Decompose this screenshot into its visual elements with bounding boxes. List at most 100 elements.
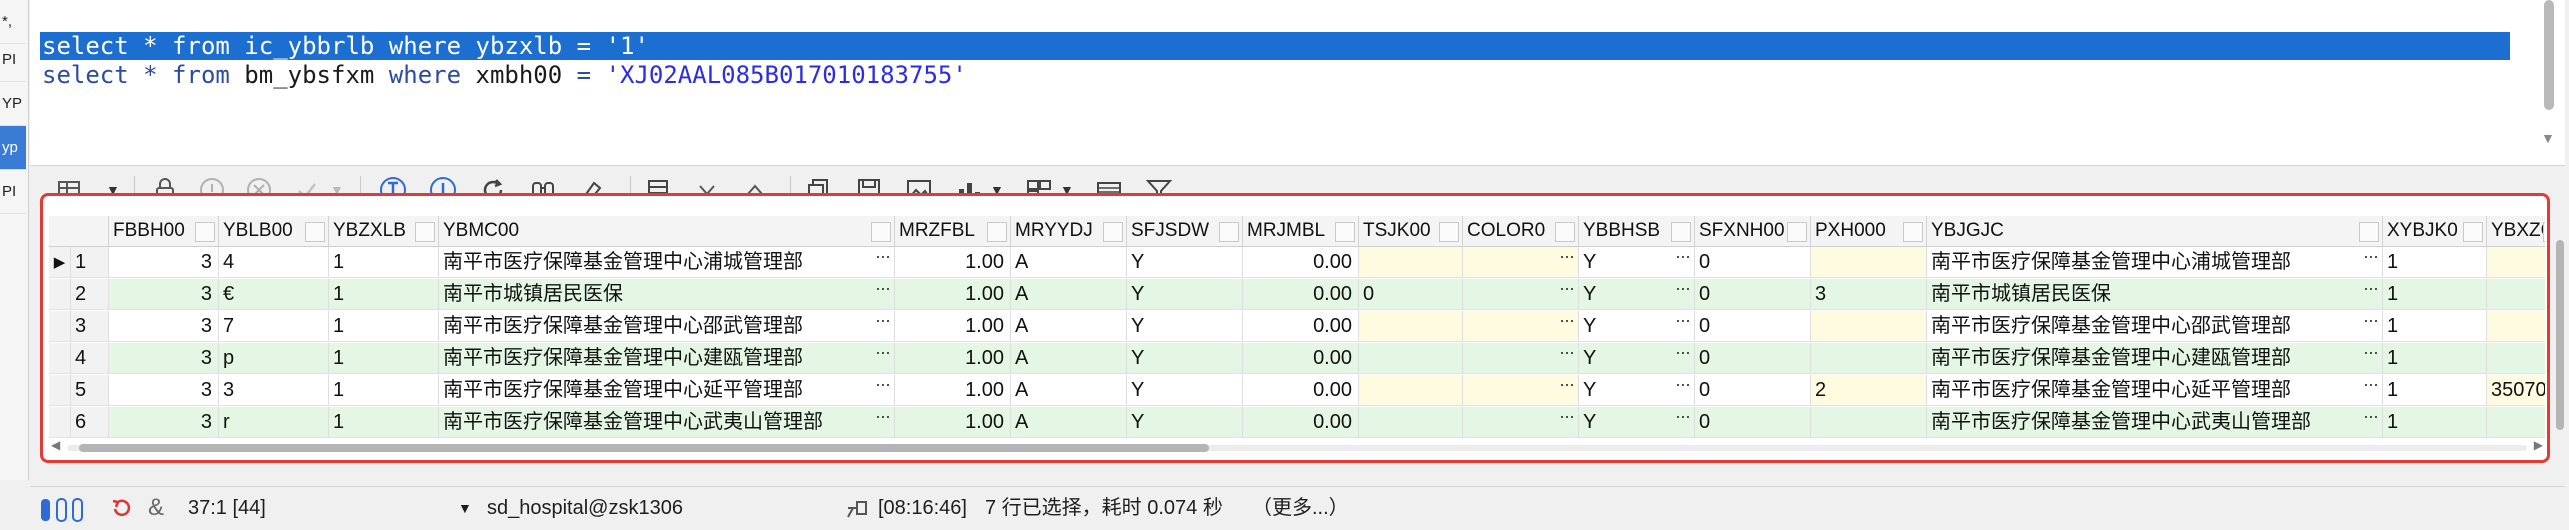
cell-mryydj[interactable]: A (1011, 407, 1127, 438)
cell-fbbh00[interactable]: 3 (109, 343, 219, 374)
row-indicator[interactable] (49, 311, 71, 342)
cell-sfxnh00[interactable]: 0 (1695, 247, 1811, 278)
cell-sfxnh00[interactable]: 0 (1695, 375, 1811, 406)
scroll-right-arrow-icon[interactable]: ▶ (2534, 438, 2543, 452)
cell-sfjsdw[interactable]: Y (1127, 375, 1243, 406)
cell-tsjk00[interactable] (1359, 311, 1463, 342)
scroll-thumb[interactable] (79, 444, 1209, 452)
column-header-sfjsdw[interactable]: SFJSDW (1127, 216, 1243, 246)
left-tab-1[interactable]: PI (0, 38, 26, 82)
cell-color0[interactable]: ··· (1463, 343, 1579, 374)
cell-ybmc00[interactable]: 南平市医疗保障基金管理中心建瓯管理部 ··· (439, 343, 895, 374)
cell-ybxzc[interactable] (2487, 407, 2545, 438)
cell-yblb00[interactable]: 4 (219, 247, 329, 278)
ellipsis-button[interactable]: ··· (875, 343, 891, 368)
cell-ybbhsb[interactable]: Y ··· (1579, 375, 1695, 406)
column-filter-button[interactable] (1787, 222, 1807, 242)
column-filter-button[interactable] (2463, 222, 2483, 242)
cell-mrjmbl[interactable]: 0.00 (1243, 375, 1359, 406)
ellipsis-button[interactable]: ··· (1559, 279, 1575, 304)
ellipsis-button[interactable]: ··· (2363, 343, 2379, 368)
cell-fbbh00[interactable]: 3 (109, 247, 219, 278)
cell-ybxzc[interactable] (2487, 311, 2545, 342)
cell-ybxzc[interactable]: 35070 (2487, 375, 2545, 406)
cell-ybzxlb[interactable]: 1 (329, 247, 439, 278)
cell-mryydj[interactable]: A (1011, 311, 1127, 342)
ellipsis-button[interactable]: ··· (1559, 343, 1575, 368)
cell-ybbhsb[interactable]: Y ··· (1579, 343, 1695, 374)
cell-xybjk0[interactable]: 1 (2383, 279, 2487, 310)
cell-yblb00[interactable]: p (219, 343, 329, 374)
cell-ybxzc[interactable] (2487, 247, 2545, 278)
column-header-ybzxlb[interactable]: YBZXLB (329, 216, 439, 246)
sql-line-1[interactable]: select * from ic_ybbrlb where ybzxlb = '… (40, 32, 2510, 60)
column-filter-button[interactable] (1335, 222, 1355, 242)
grid-vertical-scrollbar[interactable] (2553, 230, 2567, 440)
cell-pxh000[interactable]: 2 (1811, 375, 1927, 406)
cell-ybjgjc[interactable]: 南平市医疗保障基金管理中心延平管理部 ··· (1927, 375, 2383, 406)
column-header-mryydj[interactable]: MRYYDJ (1011, 216, 1127, 246)
row-number[interactable]: 6 (71, 407, 109, 438)
ellipsis-button[interactable]: ··· (875, 375, 891, 400)
cell-mrjmbl[interactable]: 0.00 (1243, 279, 1359, 310)
ellipsis-button[interactable]: ··· (875, 407, 891, 432)
column-filter-button[interactable] (1555, 222, 1575, 242)
ellipsis-button[interactable]: ··· (1675, 311, 1691, 336)
scroll-down-arrow-icon[interactable]: ▼ (2541, 130, 2555, 146)
cell-xybjk0[interactable]: 1 (2383, 375, 2487, 406)
scroll-left-arrow-icon[interactable]: ◀ (51, 438, 60, 452)
row-indicator[interactable] (49, 279, 71, 310)
cell-mrzfbl[interactable]: 1.00 (895, 343, 1011, 374)
cell-tsjk00[interactable] (1359, 343, 1463, 374)
cell-tsjk00[interactable] (1359, 375, 1463, 406)
ellipsis-button[interactable]: ··· (1675, 247, 1691, 272)
cell-ybmc00[interactable]: 南平市医疗保障基金管理中心武夷山管理部 ··· (439, 407, 895, 438)
table-row[interactable]: 3 3 7 1 南平市医疗保障基金管理中心邵武管理部 ··· 1.00 A Y 0.00 ··· Y ·… (49, 311, 2545, 342)
cell-ybzxlb[interactable]: 1 (329, 311, 439, 342)
sql-editor[interactable]: select * from ic_ybbrlb where ybzxlb = '… (30, 0, 2565, 166)
cell-xybjk0[interactable]: 1 (2383, 311, 2487, 342)
cell-sfjsdw[interactable]: Y (1127, 343, 1243, 374)
column-header-xybjk0[interactable]: XYBJK0 (2383, 216, 2487, 246)
editor-vertical-scrollbar[interactable]: ▼ (2539, 0, 2557, 150)
editor-scroll-thumb[interactable] (2544, 0, 2554, 110)
cell-sfxnh00[interactable]: 0 (1695, 407, 1811, 438)
cell-mrzfbl[interactable]: 1.00 (895, 247, 1011, 278)
row-number[interactable]: 4 (71, 343, 109, 374)
grid-corner[interactable] (49, 216, 109, 246)
cell-ybjgjc[interactable]: 南平市医疗保障基金管理中心邵武管理部 ··· (1927, 311, 2383, 342)
column-header-yblb00[interactable]: YBLB00 (219, 216, 329, 246)
cell-mryydj[interactable]: A (1011, 343, 1127, 374)
column-filter-button[interactable] (195, 222, 215, 242)
row-indicator[interactable] (49, 407, 71, 438)
cell-mrjmbl[interactable]: 0.00 (1243, 343, 1359, 374)
cell-mrjmbl[interactable]: 0.00 (1243, 311, 1359, 342)
cell-ybbhsb[interactable]: Y ··· (1579, 279, 1695, 310)
left-tab-3[interactable]: yp (0, 126, 26, 170)
ellipsis-button[interactable]: ··· (1675, 343, 1691, 368)
ellipsis-button[interactable]: ··· (875, 247, 891, 272)
cell-sfjsdw[interactable]: Y (1127, 407, 1243, 438)
cell-ybbhsb[interactable]: Y ··· (1579, 407, 1695, 438)
column-filter-button[interactable] (1103, 222, 1123, 242)
table-row[interactable]: 5 3 3 1 南平市医疗保障基金管理中心延平管理部 ··· 1.00 A Y 0.00 ··· Y ·… (49, 375, 2545, 406)
column-filter-button[interactable] (1219, 222, 1239, 242)
ellipsis-button[interactable]: ··· (1559, 407, 1575, 432)
column-filter-button[interactable] (871, 222, 891, 242)
cell-ybzxlb[interactable]: 1 (329, 407, 439, 438)
cell-yblb00[interactable]: 7 (219, 311, 329, 342)
cell-ybzxlb[interactable]: 1 (329, 375, 439, 406)
table-row[interactable]: 6 3 r 1 南平市医疗保障基金管理中心武夷山管理部 ··· 1.00 A Y 0.00 ··· Y… (49, 407, 2545, 438)
column-filter-button[interactable] (2359, 222, 2379, 242)
cell-sfxnh00[interactable]: 0 (1695, 343, 1811, 374)
ellipsis-button[interactable]: ··· (2363, 311, 2379, 336)
row-number[interactable]: 2 (71, 279, 109, 310)
column-header-ybbhsb[interactable]: YBBHSB (1579, 216, 1695, 246)
table-row[interactable]: 4 3 p 1 南平市医疗保障基金管理中心建瓯管理部 ··· 1.00 A Y 0.00 ··· Y ·… (49, 343, 2545, 374)
grid-scroll-thumb[interactable] (2556, 240, 2564, 430)
cell-sfjsdw[interactable]: Y (1127, 247, 1243, 278)
cell-color0[interactable]: ··· (1463, 311, 1579, 342)
cell-mrzfbl[interactable]: 1.00 (895, 375, 1011, 406)
cell-fbbh00[interactable]: 3 (109, 407, 219, 438)
column-filter-button[interactable] (415, 222, 435, 242)
